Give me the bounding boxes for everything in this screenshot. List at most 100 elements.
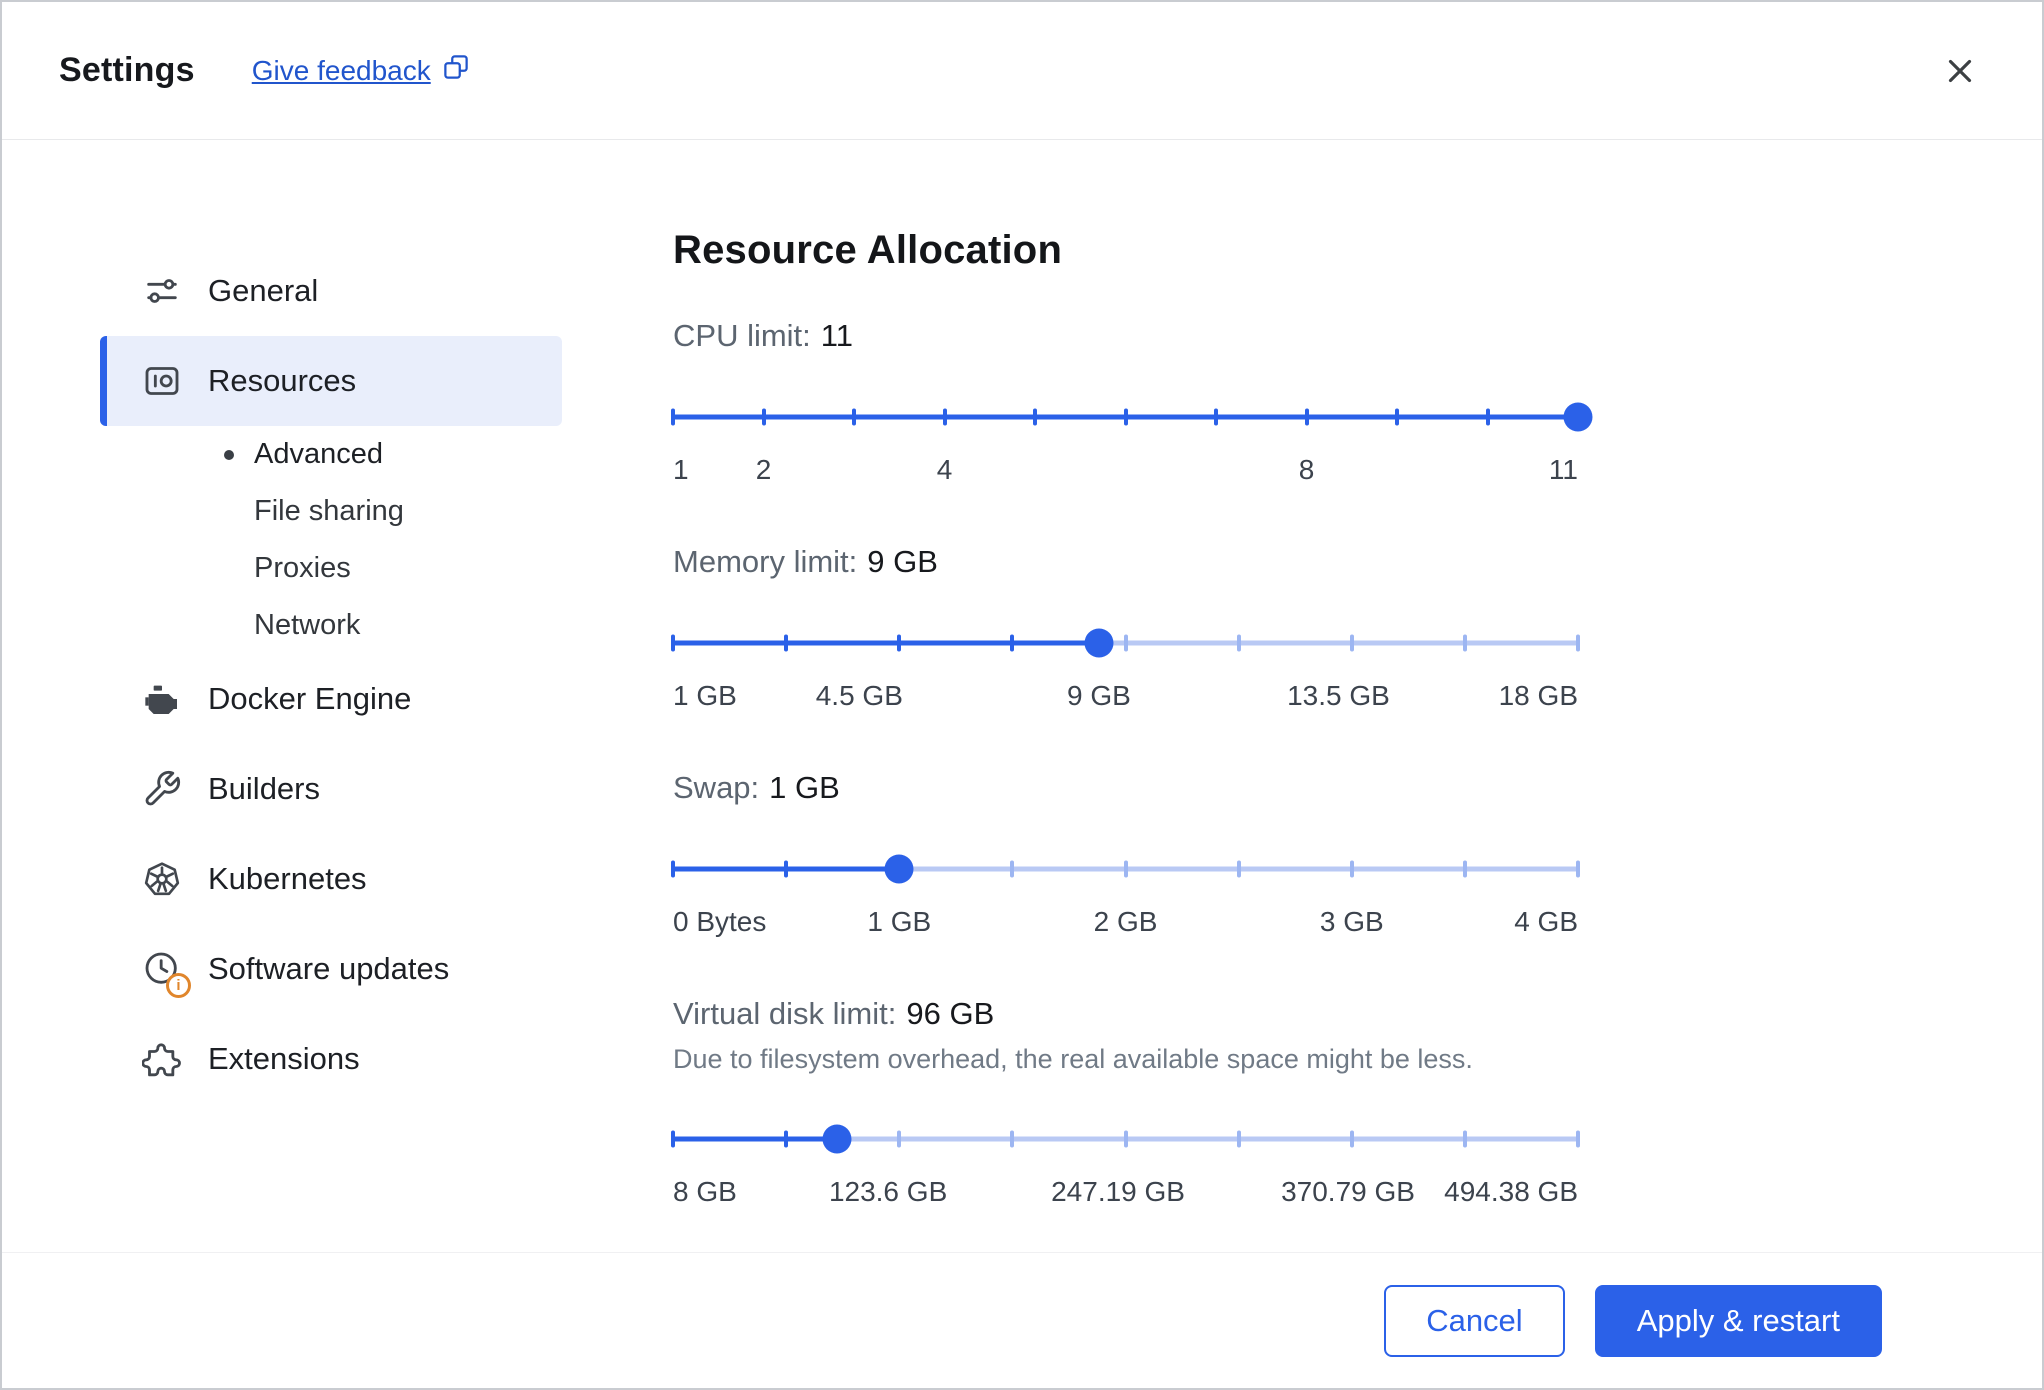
slider-track[interactable] (671, 854, 1580, 884)
close-button[interactable] (1936, 47, 1984, 95)
slider-tick (1123, 408, 1128, 426)
sidebar-item-label: Builders (208, 771, 320, 806)
slider-tick (1485, 408, 1490, 426)
sliders: CPU limit: 11 1 2 4 8 11 Memory limit: 9 GB 1 … (671, 318, 1593, 1210)
sidebar-item-kubernetes[interactable]: Kubernetes (100, 834, 562, 924)
slider-tick-label: 1 (673, 454, 689, 485)
slider-tick (1349, 1130, 1354, 1148)
feedback-icon (441, 52, 471, 89)
slider-value: 96 GB (906, 996, 995, 1031)
slider-tick (852, 408, 856, 426)
sidebar-item-general[interactable]: General (100, 246, 562, 336)
slider-tick-label: 9 GB (1066, 680, 1131, 711)
slider-track[interactable] (671, 1124, 1580, 1154)
slider-tick (784, 860, 789, 878)
sidebar-subitem-file-sharing[interactable]: File sharing (100, 483, 562, 540)
slider-tick (1010, 1130, 1015, 1148)
sidebar-subitem-network[interactable]: Network (100, 597, 562, 654)
slider-tick (671, 408, 675, 426)
slider-virtual-disk-limit: Virtual disk limit: 96 GB Due to filesyst… (671, 996, 1580, 1210)
slider-tick (1010, 634, 1015, 652)
main-content: Resource Allocation CPU limit: 11 1 2 4 8 11 … (565, 140, 2042, 1252)
footer: Cancel Apply & restart (2, 1252, 2042, 1388)
slider-track-fill (673, 1136, 837, 1142)
slider-tick (1214, 408, 1218, 426)
slider-tick (897, 634, 902, 652)
slider-thumb[interactable] (1563, 402, 1593, 432)
slider-thumb[interactable] (822, 1124, 852, 1154)
sidebar-item-label: Extensions (208, 1041, 360, 1076)
slider-tick (1576, 860, 1580, 878)
slider-tick-label: 2 (755, 454, 772, 485)
sidebar-subitem-label: File sharing (254, 495, 404, 527)
sidebar-subitem-proxies[interactable]: Proxies (100, 540, 562, 597)
slider-tick-label: 18 GB (1498, 680, 1578, 711)
slider-value: 9 GB (867, 544, 938, 579)
slider-tick-label: 123.6 GB (828, 1176, 948, 1207)
slider-thumb[interactable] (1084, 628, 1114, 658)
slider-note: Due to filesystem overhead, the real ava… (673, 1044, 1473, 1074)
slider-track[interactable] (671, 628, 1580, 658)
slider-tick-label: 247.19 GB (1051, 1176, 1185, 1207)
slider-tick-labels: 0 Bytes 1 GB 2 GB 3 GB 4 GB (673, 906, 1578, 940)
slider-tick-label: 4 (936, 454, 953, 485)
slider-tick (1304, 408, 1309, 426)
slider-tick-label: 8 GB (673, 1176, 737, 1207)
gauge-icon (140, 359, 184, 403)
slider-tick-labels: 8 GB 123.6 GB 247.19 GB 370.79 GB 494.38 GB (673, 1176, 1578, 1210)
section-title: Resource Allocation (673, 228, 1063, 272)
sidebar-item-label: Docker Engine (208, 681, 412, 716)
sidebar-item-extensions[interactable]: Extensions (100, 1014, 562, 1104)
slider-tick (784, 1130, 789, 1148)
sidebar-item-label: Resources (208, 363, 357, 398)
settings-window: Settings Give feedback General Resources… (0, 0, 2044, 1390)
slider-tick (1123, 1130, 1128, 1148)
sidebar-subitem-label: Advanced (254, 438, 383, 470)
give-feedback-link[interactable]: Give feedback (252, 52, 471, 89)
slider-tick-label: 2 GB (1093, 906, 1158, 937)
kubernetes-icon (140, 857, 184, 901)
slider-tick (1033, 408, 1037, 426)
slider-tick (1462, 1130, 1467, 1148)
engine-icon (140, 677, 184, 721)
slider-thumb[interactable] (884, 854, 914, 884)
slider-track[interactable] (671, 402, 1593, 432)
give-feedback-label: Give feedback (251, 54, 431, 86)
slider-tick (897, 1130, 902, 1148)
slider-label: Swap: (673, 770, 760, 805)
sidebar-item-docker-engine[interactable]: Docker Engine (100, 654, 562, 744)
slider-memory-limit: Memory limit: 9 GB 1 GB 4.5 GB 9 GB 13.5 GB 1… (671, 544, 1580, 714)
slider-tick (1576, 634, 1580, 652)
sidebar-subitem-advanced[interactable]: Advanced (100, 426, 562, 483)
slider-label: Virtual disk limit: (673, 996, 897, 1031)
slider-tick-label: 0 Bytes (673, 906, 767, 937)
close-icon (1948, 59, 1972, 82)
slider-tick-labels: 1 GB 4.5 GB 9 GB 13.5 GB 18 GB (673, 680, 1578, 714)
slider-tick (1010, 860, 1015, 878)
apply-restart-button[interactable]: Apply & restart (1594, 1284, 1882, 1357)
slider-value: 11 (820, 318, 853, 353)
slider-tick (671, 634, 675, 652)
slider-tick-labels: 1 2 4 8 11 (673, 454, 1578, 488)
slider-tick (761, 408, 766, 426)
slider-label: CPU limit: (673, 318, 811, 353)
sidebar-item-builders[interactable]: Builders (100, 744, 562, 834)
slider-tick (784, 634, 789, 652)
slider-swap: Swap: 1 GB 0 Bytes 1 GB 2 GB 3 GB 4 GB (671, 770, 1580, 940)
slider-tick-label: 11 (1548, 454, 1578, 485)
active-bullet-icon (224, 449, 234, 460)
slider-tick (1349, 860, 1354, 878)
slider-tick (1462, 860, 1467, 878)
puzzle-icon (140, 1037, 184, 1081)
slider-tick-label: 370.79 GB (1281, 1176, 1415, 1207)
slider-tick (671, 1130, 675, 1148)
slider-value: 1 GB (769, 770, 840, 805)
sidebar-item-software-updates[interactable]: i Software updates (100, 924, 562, 1014)
cancel-button[interactable]: Cancel (1384, 1284, 1565, 1357)
sidebar-subitem-label: Network (254, 609, 361, 641)
sidebar-item-resources[interactable]: Resources (100, 336, 562, 426)
sidebar-item-label: General (208, 273, 319, 308)
slider-tick (1123, 860, 1128, 878)
slider-tick (671, 860, 675, 878)
slider-tick (1576, 1130, 1580, 1148)
